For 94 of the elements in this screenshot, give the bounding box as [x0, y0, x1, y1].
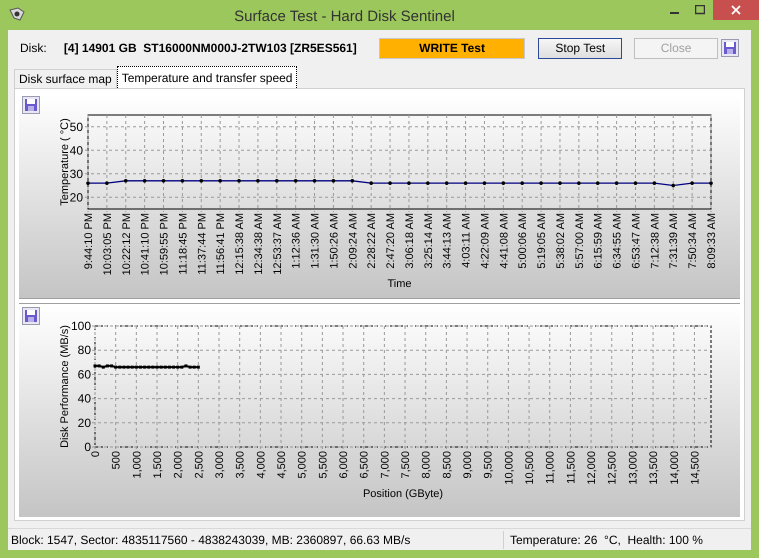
axis-tick-label: 11,500 — [565, 451, 578, 484]
axis-tick-label: 7,500 — [400, 451, 412, 479]
axis-tick-label: 12:53:37 AM — [272, 213, 284, 275]
axis-tick-label: 8:09:33 AM — [706, 213, 718, 269]
axis-tick-label: 2,000 — [172, 451, 185, 479]
axis-tick-label: 20 — [70, 190, 83, 204]
close-icon — [731, 5, 741, 15]
axis-tick-label: 11:37:44 PM — [196, 213, 208, 275]
axis-tick-label: 1:50:26 AM — [328, 213, 340, 269]
axis-tick-label: 10:03:05 PM — [102, 213, 114, 276]
axis-tick-label: 8,500 — [441, 451, 454, 479]
axis-tick-label: 2,500 — [193, 451, 206, 479]
axis-title: Time — [387, 278, 412, 290]
axis-tick-label: 14,000 — [668, 451, 681, 485]
axis-tick-label: 7,000 — [379, 451, 392, 479]
axis-tick-label: 1:12:36 AM — [290, 213, 303, 269]
axis-tick-label: 6:34:55 AM — [612, 213, 624, 269]
axis-tick-label: 3:06:18 AM — [404, 213, 416, 269]
axis-tick-label: 6,500 — [358, 451, 371, 479]
axis-tick-label: 13,000 — [627, 451, 640, 485]
status-text: Temperature: 26 °C, Health: 100 % — [509, 532, 703, 548]
axis-tick-label: 5:57:00 AM — [574, 213, 586, 269]
axis-tick-label: 500 — [110, 451, 123, 470]
axis-tick-label: 12,500 — [606, 451, 619, 485]
axis-tick-label: 12:34:38 AM — [252, 213, 265, 275]
save-icon[interactable] — [721, 39, 740, 57]
axis-tick-label: 7:12:38 AM — [649, 213, 662, 269]
axis-tick-label: 5:00:06 AM — [517, 213, 530, 269]
axis-tick-label: 1:31:30 AM — [310, 213, 322, 269]
axis-tick-label: 11:56:41 PM — [215, 213, 228, 275]
axis-tick-label: 60 — [78, 367, 91, 382]
axis-tick-label: 11:18:45 PM — [177, 213, 190, 275]
status-text: Block: 1547, Sector: 4835117560 - 4838243039, MB: 2360897, 66.63 MB/s — [8, 530, 504, 548]
axis-tick-label: 6:15:59 AM — [592, 213, 605, 269]
disk-name: [4] 14901 GB ST16000NM000J-2TW103 [ZR5ES561] — [64, 40, 357, 57]
tab[interactable]: Temperature and transfer speed — [116, 66, 298, 88]
axis-tick-label: 4,000 — [255, 451, 268, 479]
axis-tick-label: 1,500 — [152, 451, 164, 479]
axis-tick-label: 9:44:10 PM — [83, 213, 95, 270]
minimize-icon — [670, 12, 678, 14]
axis-title: Temperature ( °C) — [59, 118, 71, 206]
window-title: Surface Test - Hard Disk Sentinel — [234, 7, 455, 27]
axis-tick-label: 3:44:13 AM — [442, 213, 454, 269]
axis-tick-label: 3,000 — [214, 451, 226, 479]
axis-tick-label: 3:25:14 AM — [422, 213, 435, 269]
axis-tick-label: 12:15:38 AM — [234, 213, 246, 275]
axis-tick-label: 2:28:22 AM — [366, 213, 378, 269]
disk-label: Disk: — [20, 40, 48, 57]
axis-tick-label: 7:31:39 AM — [668, 213, 680, 269]
axis-tick-label: 30 — [70, 166, 83, 181]
axis-tick-label: 4:22:09 AM — [479, 213, 492, 269]
axis-tick-label: 5,500 — [317, 451, 330, 479]
axis-title: Disk Performance (MB/s) — [59, 325, 71, 448]
axis-tick-label: 10:41:10 PM — [140, 213, 152, 276]
axis-tick-label: 4:41:08 AM — [498, 213, 510, 269]
axis-tick-label: 14,500 — [689, 451, 702, 485]
axis-title: Position (GByte) — [362, 488, 444, 500]
axis-tick-label: 1,000 — [131, 451, 144, 479]
test-status: WRITE Test — [378, 38, 526, 58]
axis-tick-label: 12,000 — [586, 451, 598, 485]
axis-tick-label: 2:47:20 AM — [385, 213, 398, 269]
axis-tick-label: 8,000 — [420, 451, 433, 479]
axis-tick-label: 0 — [84, 440, 91, 454]
axis-tick-label: 40 — [78, 392, 91, 406]
axis-tick-label: 5,000 — [296, 451, 309, 479]
tab[interactable]: Disk surface map — [14, 69, 117, 88]
axis-tick-label: 11,000 — [544, 451, 557, 484]
close-button[interactable] — [713, 0, 759, 20]
axis-tick-label: 9,000 — [462, 451, 474, 479]
action-button[interactable]: Stop Test — [538, 38, 622, 58]
axis-tick-label: 50 — [70, 120, 83, 134]
save-icon[interactable] — [22, 307, 40, 325]
axis-tick-label: 5:38:02 AM — [554, 213, 567, 269]
axis-tick-label: 20 — [78, 416, 91, 430]
axis-tick-label: 10,500 — [524, 451, 536, 485]
save-icon[interactable] — [22, 96, 40, 114]
axis-tick-label: 100 — [70, 319, 91, 333]
axis-tick-label: 0 — [90, 451, 102, 458]
axis-tick-label: 6,000 — [338, 451, 350, 479]
axis-tick-label: 5:19:05 AM — [536, 213, 548, 269]
axis-tick-label: 80 — [78, 343, 91, 358]
axis-tick-label: 13,500 — [648, 451, 660, 485]
axis-tick-label: 4,500 — [276, 451, 288, 479]
axis-tick-label: 6:53:47 AM — [630, 213, 642, 269]
axis-tick-label: 10,000 — [503, 451, 516, 485]
axis-tick-label: 7:50:34 AM — [687, 213, 700, 269]
axis-tick-label: 3,500 — [234, 451, 247, 479]
maximize-icon — [695, 5, 705, 15]
axis-tick-label: 10:22:12 PM — [120, 213, 133, 276]
axis-tick-label: 40 — [70, 143, 83, 158]
axis-tick-label: 10:59:55 PM — [158, 213, 171, 276]
axis-tick-label: 4:03:11 AM — [460, 213, 473, 268]
axis-tick-label: 2:09:24 AM — [347, 213, 360, 269]
axis-tick-label: 9,500 — [482, 451, 495, 479]
